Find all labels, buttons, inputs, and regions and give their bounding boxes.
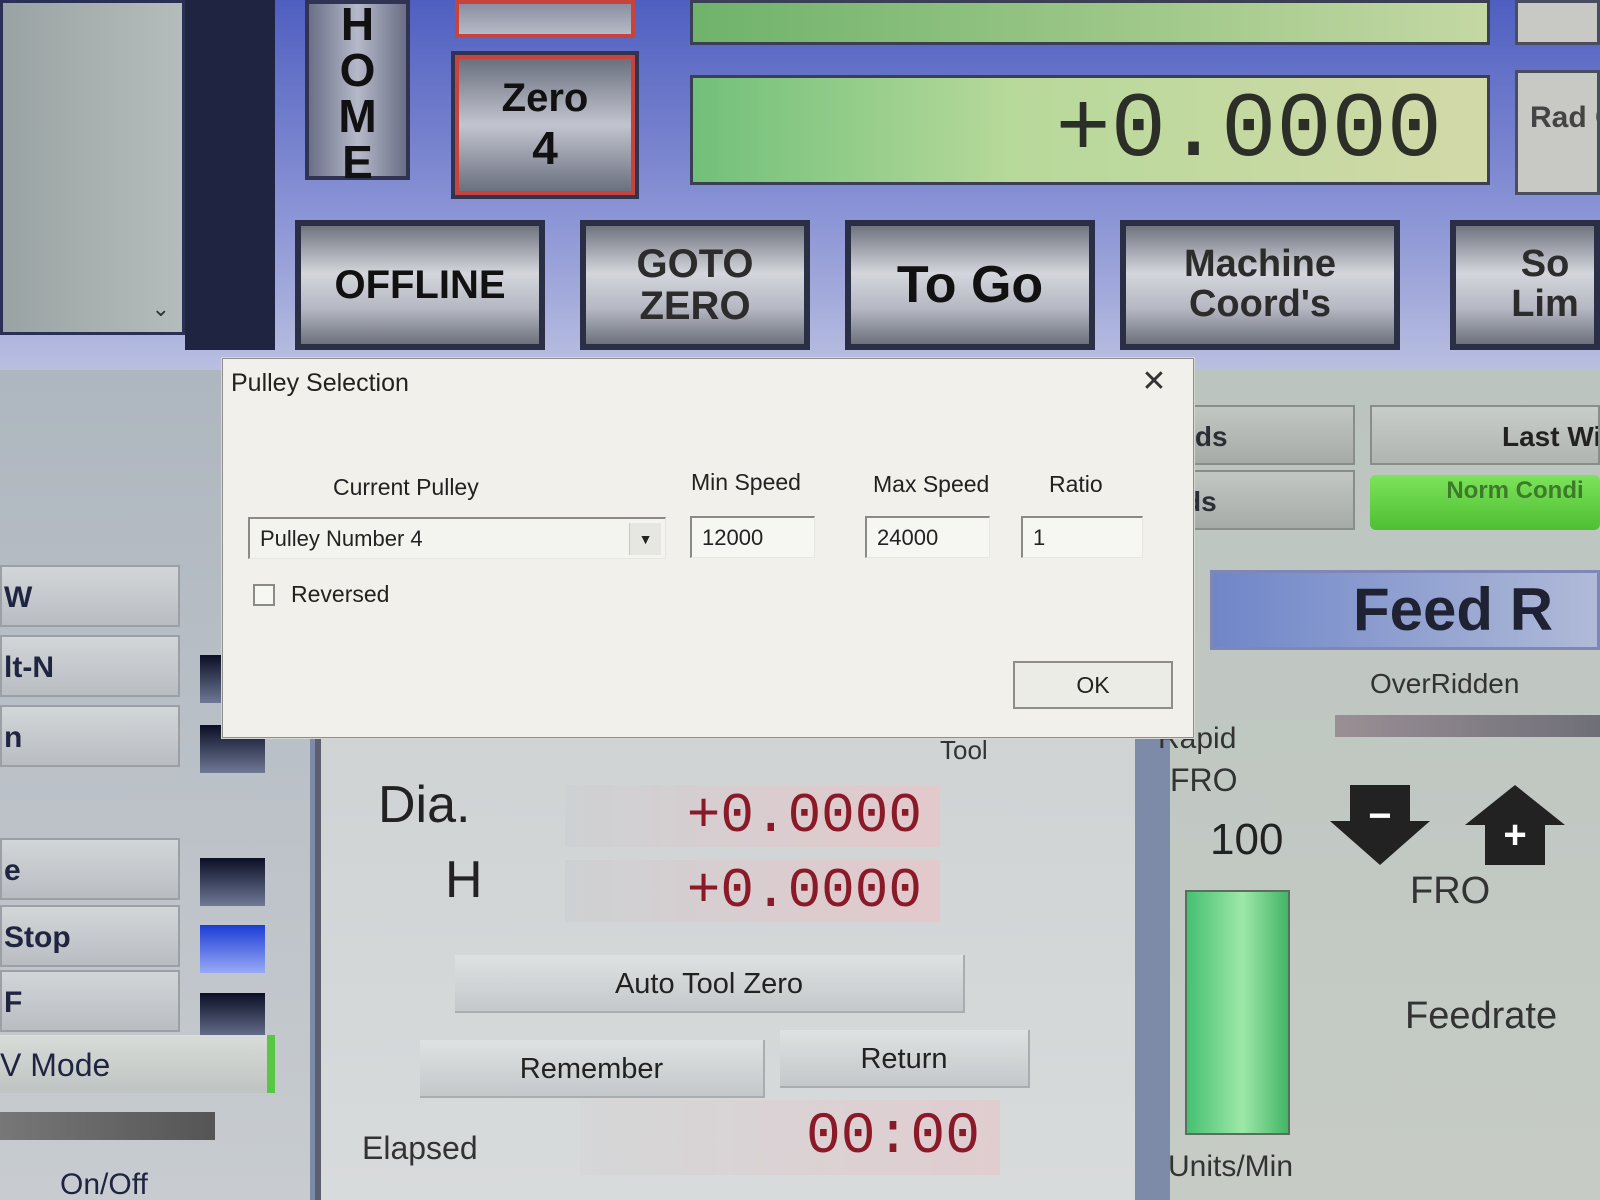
fro-down-symbol: − (1368, 793, 1392, 838)
zero-label: Zero (501, 75, 589, 120)
to-go-button[interactable]: To Go (845, 220, 1095, 350)
last-wizard-button[interactable]: Last Wi (1370, 405, 1600, 465)
ok-button[interactable]: OK (1013, 661, 1173, 709)
current-pulley-value: Pulley Number 4 (260, 526, 423, 551)
reversed-checkbox[interactable] (253, 583, 275, 606)
max-speed-label: Max Speed (873, 471, 990, 497)
coords-button-1[interactable]: rds (1170, 405, 1355, 465)
axis-4-dro[interactable]: +0.0000 (690, 75, 1490, 185)
left-list-panel[interactable]: ⌄ (0, 0, 185, 335)
chevron-down-icon[interactable]: ⌄ (152, 296, 170, 322)
elapsed-label: Elapsed (362, 1130, 478, 1166)
left-button-1[interactable]: W (0, 565, 180, 627)
dropdown-arrow-icon[interactable]: ▼ (629, 523, 661, 555)
rad-correction-button[interactable]: Rad Con (1515, 70, 1600, 195)
divider (185, 0, 275, 350)
fro-label: FRO (1410, 870, 1491, 912)
status-led (200, 858, 265, 906)
feedrate-label: Feedrate (1405, 995, 1558, 1037)
remember-button[interactable]: Remember (420, 1040, 765, 1098)
left-button-5[interactable]: Stop (0, 905, 180, 967)
rapid-fro-value: 100 (1210, 815, 1284, 864)
ratio-input[interactable]: 1 (1021, 516, 1143, 558)
fro-up-symbol: + (1503, 812, 1527, 857)
dialog-title: Pulley Selection (231, 369, 409, 397)
v-mode-button[interactable]: V Mode (0, 1035, 275, 1093)
goto-zero-button[interactable]: GOTO ZERO (580, 220, 810, 350)
zero-button-above[interactable] (455, 0, 635, 38)
min-speed-label: Min Speed (691, 469, 801, 495)
home-button[interactable]: HOME (305, 0, 410, 182)
zero-4-button[interactable]: Zero 4 (451, 51, 639, 199)
rapid-fro-label: FRO (1170, 762, 1238, 798)
tool-label: Tool (940, 735, 988, 765)
soft-limits-button[interactable]: So Lim (1450, 220, 1600, 350)
machine-coords-button[interactable]: Machine Coord's (1120, 220, 1400, 350)
slider-bar[interactable] (0, 1112, 215, 1140)
auto-tool-zero-button[interactable]: Auto Tool Zero (455, 955, 965, 1013)
current-pulley-label: Current Pulley (333, 474, 479, 500)
left-button-4[interactable]: e (0, 838, 180, 900)
home-button-label: HOME (331, 0, 384, 182)
reversed-option[interactable]: Reversed (253, 581, 389, 608)
rapid-fro-slider[interactable] (1185, 890, 1290, 1135)
status-led (200, 925, 265, 973)
top-right-box (1515, 0, 1600, 45)
tool-diameter-dro[interactable]: +0.0000 (565, 785, 940, 847)
current-pulley-select[interactable]: Pulley Number 4 ▼ (248, 517, 666, 559)
dia-label: Dia. (378, 776, 471, 834)
units-min-label: Units/Min (1168, 1150, 1294, 1183)
h-label: H (445, 851, 483, 909)
override-indicator (1335, 715, 1600, 737)
left-button-2[interactable]: lt-N (0, 635, 180, 697)
close-icon[interactable]: ✕ (1137, 365, 1171, 399)
coords-button-2[interactable]: ds (1170, 470, 1355, 530)
elapsed-time-dro: 00:00 (580, 1100, 1000, 1175)
reversed-label: Reversed (291, 581, 390, 607)
pulley-selection-dialog: Pulley Selection ✕ Current Pulley Min Sp… (222, 358, 1194, 738)
left-button-3[interactable]: n (0, 705, 180, 767)
on-off-label: On/Off (60, 1168, 148, 1200)
overridden-label: OverRidden (1370, 668, 1520, 699)
feed-rate-title: Feed R (1210, 570, 1600, 650)
offline-button[interactable]: OFFLINE (295, 220, 545, 350)
dro-top (690, 0, 1490, 45)
status-led (200, 993, 265, 1041)
return-button[interactable]: Return (780, 1030, 1030, 1088)
tool-height-dro[interactable]: +0.0000 (565, 860, 940, 922)
normal-condition-led: Norm Condi (1370, 475, 1600, 530)
max-speed-input[interactable]: 24000 (865, 516, 990, 558)
min-speed-input[interactable]: 12000 (690, 516, 815, 558)
ratio-label: Ratio (1049, 471, 1103, 497)
zero-axis-label: 4 (532, 121, 558, 174)
left-button-6[interactable]: F (0, 970, 180, 1032)
